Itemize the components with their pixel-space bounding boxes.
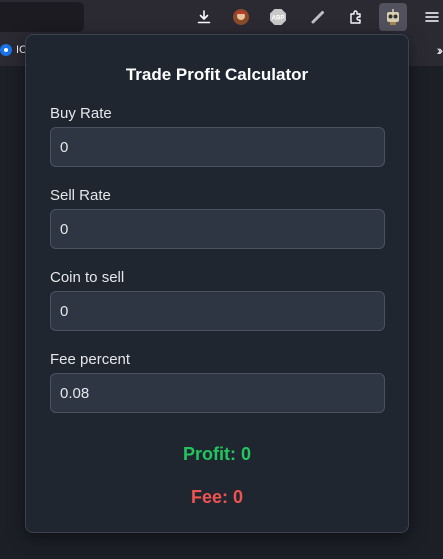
extension-avatar-button[interactable]: [227, 3, 255, 31]
browser-toolbar: ABP: [0, 0, 443, 36]
profit-result: Profit: 0: [182, 444, 251, 464]
popup-title: Trade Profit Calculator: [125, 65, 309, 84]
fee-percent-input[interactable]: [50, 373, 385, 413]
sell-rate-label: Sell Rate: [50, 187, 111, 204]
calculator-popup: Trade Profit Calculator Buy Rate Sell Ra…: [25, 34, 409, 533]
app-menu-button[interactable]: [418, 3, 443, 31]
bookmark-favicon-icon: [0, 44, 12, 56]
adblock-plus-button[interactable]: ABP: [264, 3, 292, 31]
fee-result: Fee: 0: [190, 487, 244, 507]
buy-rate-label: Buy Rate: [50, 105, 112, 122]
download-icon: [197, 10, 211, 24]
adblock-plus-icon: ABP: [270, 9, 286, 25]
coin-to-sell-label: Coin to sell: [50, 269, 125, 286]
pen-icon: [311, 11, 324, 24]
pen-extension-button[interactable]: [304, 3, 332, 31]
fee-percent-label: Fee percent: [50, 351, 131, 368]
robot-extension-icon: [387, 9, 399, 25]
extensions-button[interactable]: [342, 3, 370, 31]
buy-rate-input[interactable]: [50, 127, 385, 167]
calculator-extension-button[interactable]: [379, 3, 407, 31]
bookmarks-overflow-chevron-icon[interactable]: ››: [437, 42, 443, 58]
coin-to-sell-input[interactable]: [50, 291, 385, 331]
puzzle-icon: [350, 10, 361, 24]
hamburger-menu-icon: [425, 12, 439, 22]
adblock-plus-label: ABP: [272, 16, 285, 22]
sell-rate-input[interactable]: [50, 209, 385, 249]
downloads-button[interactable]: [190, 3, 218, 31]
url-bar[interactable]: [0, 2, 84, 32]
extension-avatar-icon: [233, 9, 249, 25]
bookmark-item[interactable]: IC: [0, 44, 27, 56]
